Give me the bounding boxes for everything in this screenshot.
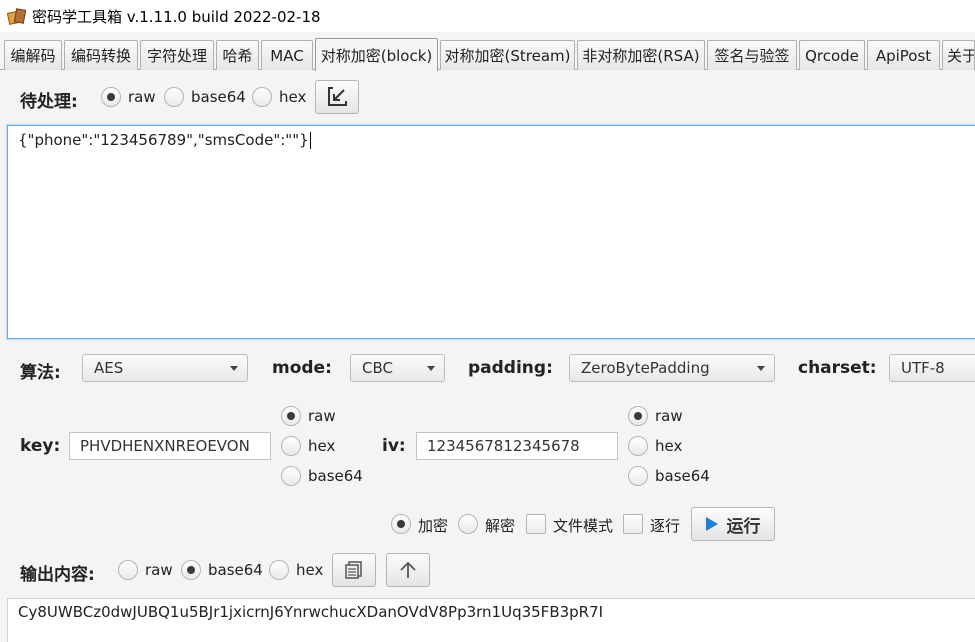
iv-value: 1234567812345678	[427, 437, 580, 455]
run-button[interactable]: 运行	[691, 507, 775, 541]
encrypt-radio[interactable]	[391, 514, 411, 534]
iv-format-raw-radio[interactable]	[628, 406, 648, 426]
decrypt-radio[interactable]	[458, 514, 478, 534]
file-mode-checkbox[interactable]	[526, 514, 546, 534]
tab-sign-verify[interactable]: 签名与验签	[707, 40, 797, 70]
move-up-button[interactable]	[386, 553, 430, 587]
window-title: 密码学工具箱 v.1.11.0 build 2022-02-18	[32, 7, 321, 26]
mode-value: CBC	[362, 359, 393, 377]
tab-string-process[interactable]: 字符处理	[140, 40, 214, 70]
key-format-base64-label: base64	[308, 467, 363, 485]
padding-label: padding:	[468, 358, 553, 378]
iv-input[interactable]: 1234567812345678	[416, 432, 618, 460]
app-window: 密码学工具箱 v.1.11.0 build 2022-02-18 编解码 编码转…	[0, 0, 975, 642]
charset-select[interactable]: UTF-8	[889, 354, 975, 382]
input-text: {"phone":"123456789","smsCode":""}	[18, 131, 309, 149]
line-by-line-checkbox[interactable]	[623, 514, 643, 534]
key-format-hex-radio[interactable]	[281, 436, 301, 456]
tab-encoding-convert[interactable]: 编码转换	[64, 40, 138, 70]
output-format-hex-radio[interactable]	[269, 560, 289, 580]
padding-value: ZeroBytePadding	[581, 359, 710, 377]
output-textarea[interactable]: Cy8UWBCz0dwJUBQ1u5BJr1jxicrnJ6YnrwchucXD…	[7, 598, 975, 642]
input-textarea[interactable]: {"phone":"123456789","smsCode":""}	[7, 125, 975, 339]
tab-hash[interactable]: 哈希	[216, 40, 259, 70]
key-format-hex-label: hex	[308, 437, 336, 455]
input-format-raw-label: raw	[128, 88, 156, 106]
copy-button[interactable]	[332, 553, 376, 587]
file-mode-label: 文件模式	[553, 517, 614, 535]
tab-apipost[interactable]: ApiPost	[867, 40, 940, 70]
mode-select[interactable]: CBC	[350, 354, 445, 382]
iv-format-hex-radio[interactable]	[628, 436, 648, 456]
play-icon	[705, 517, 718, 531]
input-label: 待处理:	[20, 92, 78, 112]
import-button[interactable]	[315, 80, 359, 114]
iv-format-hex-label: hex	[655, 437, 683, 455]
iv-format-base64-radio[interactable]	[628, 466, 648, 486]
output-format-base64-radio[interactable]	[181, 560, 201, 580]
output-text: Cy8UWBCz0dwJUBQ1u5BJr1jxicrnJ6YnrwchucXD…	[18, 603, 604, 621]
key-format-raw-radio[interactable]	[281, 406, 301, 426]
arrow-up-icon	[400, 561, 416, 578]
tab-bar: 编解码 编码转换 字符处理 哈希 MAC 对称加密(block) 对称加密(St…	[0, 38, 975, 71]
key-format-base64-radio[interactable]	[281, 466, 301, 486]
algorithm-select[interactable]: AES	[82, 354, 248, 382]
padding-select[interactable]: ZeroBytePadding	[569, 354, 775, 382]
tab-mac[interactable]: MAC	[261, 40, 313, 70]
charset-value: UTF-8	[901, 359, 945, 377]
chevron-down-icon	[757, 366, 765, 371]
tab-asymmetric-rsa[interactable]: 非对称加密(RSA)	[577, 40, 705, 70]
iv-format-raw-label: raw	[655, 407, 683, 425]
input-format-hex-label: hex	[279, 88, 307, 106]
import-arrow-icon	[328, 87, 347, 106]
output-format-base64-label: base64	[208, 561, 263, 579]
chevron-down-icon	[427, 366, 435, 371]
decrypt-label: 解密	[485, 517, 516, 535]
key-format-raw-label: raw	[308, 407, 336, 425]
chevron-down-icon	[230, 366, 238, 371]
input-format-base64-radio[interactable]	[164, 87, 184, 107]
charset-label: charset:	[798, 358, 877, 378]
copy-icon	[345, 561, 362, 579]
app-books-icon	[6, 8, 27, 25]
text-caret	[309, 132, 311, 149]
output-label: 输出内容:	[20, 565, 95, 585]
tab-qrcode[interactable]: Qrcode	[799, 40, 865, 70]
encrypt-label: 加密	[418, 517, 449, 535]
input-format-hex-radio[interactable]	[252, 87, 272, 107]
tab-symmetric-stream[interactable]: 对称加密(Stream)	[440, 40, 575, 70]
input-format-base64-label: base64	[191, 88, 246, 106]
iv-format-base64-label: base64	[655, 467, 710, 485]
output-format-hex-label: hex	[296, 561, 324, 579]
key-input[interactable]: PHVDHENXNREOEVON	[69, 432, 271, 460]
tab-symmetric-block[interactable]: 对称加密(block)	[315, 38, 438, 71]
key-label: key:	[20, 436, 61, 456]
algorithm-label: 算法:	[20, 363, 61, 383]
mode-label: mode:	[272, 358, 332, 378]
iv-label: iv:	[382, 436, 406, 456]
tab-about[interactable]: 关于	[942, 40, 975, 70]
tab-codec[interactable]: 编解码	[4, 40, 62, 70]
output-format-raw-label: raw	[145, 561, 173, 579]
line-by-line-label: 逐行	[650, 517, 681, 535]
run-label: 运行	[726, 516, 761, 537]
title-bar: 密码学工具箱 v.1.11.0 build 2022-02-18	[0, 0, 975, 32]
input-format-raw-radio[interactable]	[101, 87, 121, 107]
output-format-raw-radio[interactable]	[118, 560, 138, 580]
key-value: PHVDHENXNREOEVON	[80, 437, 250, 455]
algorithm-value: AES	[94, 359, 124, 377]
